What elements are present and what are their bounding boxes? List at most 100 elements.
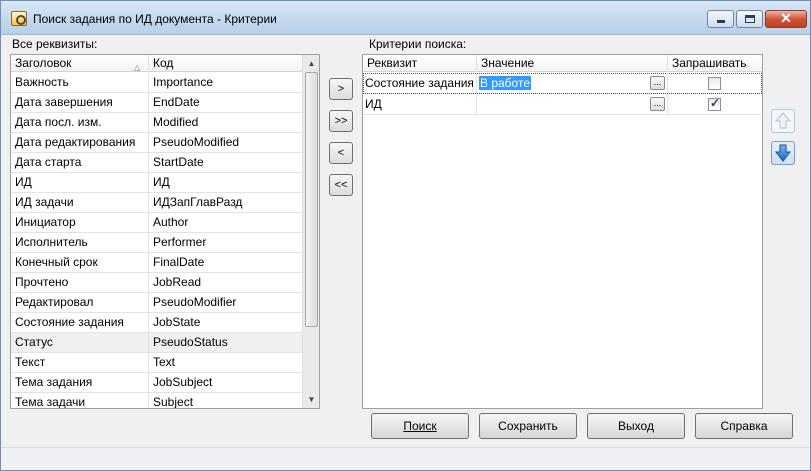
field-code-cell: PseudoModified bbox=[153, 135, 240, 149]
table-row[interactable]: Текст Text bbox=[11, 353, 302, 373]
close-icon: ✕ bbox=[780, 10, 792, 26]
field-title-cell: Редактировал bbox=[11, 293, 149, 312]
table-row[interactable]: ИД ИД bbox=[11, 173, 302, 193]
scroll-up-icon[interactable]: ▲ bbox=[303, 55, 319, 72]
table-row[interactable]: Тема задания JobSubject bbox=[11, 373, 302, 393]
criteria-table[interactable]: Реквизит Значение Запрашивать Состояние … bbox=[362, 54, 763, 409]
field-code-cell: ИДЗапГлавРазд bbox=[153, 195, 243, 209]
add-button[interactable]: > bbox=[329, 78, 353, 100]
all-fields-label: Все реквизиты: bbox=[12, 37, 98, 51]
field-code-cell: FinalDate bbox=[153, 255, 205, 269]
ask-checkbox[interactable] bbox=[708, 77, 721, 90]
table-row[interactable]: Состояние задания JobState bbox=[11, 313, 302, 333]
move-down-button[interactable] bbox=[771, 141, 795, 165]
app-icon bbox=[11, 11, 27, 26]
field-title-cell: Статус bbox=[11, 333, 149, 352]
dialog-window: Поиск задания по ИД документа - Критерии… bbox=[0, 0, 811, 471]
criteria-field-cell: ИД bbox=[363, 94, 477, 114]
remove-button[interactable]: < bbox=[329, 142, 353, 164]
criteria-field-cell: Состояние задания bbox=[363, 73, 477, 93]
table-row[interactable]: ИД задачи ИДЗапГлавРазд bbox=[11, 193, 302, 213]
table-row[interactable]: Инициатор Author bbox=[11, 213, 302, 233]
all-fields-table[interactable]: Заголовок △ Код Важность Importance Дата з… bbox=[10, 54, 320, 409]
table-header: Заголовок △ Код bbox=[11, 55, 302, 72]
arrow-down-icon bbox=[774, 144, 792, 162]
add-all-button[interactable]: >> bbox=[329, 110, 353, 132]
field-title-cell: Дата старта bbox=[11, 153, 149, 172]
window-title: Поиск задания по ИД документа - Критерии bbox=[33, 12, 277, 26]
field-code-cell: JobRead bbox=[153, 275, 202, 289]
field-code-cell: Importance bbox=[153, 75, 214, 89]
column-header-ask[interactable]: Запрашивать bbox=[668, 55, 762, 72]
column-header-code[interactable]: Код bbox=[149, 55, 302, 72]
criteria-value-cell[interactable]: В работе bbox=[477, 73, 668, 93]
table-row[interactable]: Важность Importance bbox=[11, 73, 302, 93]
title-bar: Поиск задания по ИД документа - Критерии… bbox=[1, 1, 810, 35]
field-code-cell: EndDate bbox=[153, 95, 200, 109]
table-row[interactable]: Дата редактирования PseudoModified bbox=[11, 133, 302, 153]
table-row[interactable]: Дата старта StartDate bbox=[11, 153, 302, 173]
field-code-cell: Subject bbox=[153, 395, 194, 409]
table-header: Реквизит Значение Запрашивать bbox=[363, 55, 762, 72]
table-row[interactable]: Статус PseudoStatus bbox=[11, 333, 302, 353]
column-header-title[interactable]: Заголовок △ bbox=[11, 55, 149, 72]
status-bar bbox=[1, 447, 810, 470]
ask-checkbox-checked[interactable] bbox=[708, 96, 721, 111]
field-code-cell: PseudoStatus bbox=[153, 335, 228, 349]
field-code-cell: Text bbox=[153, 355, 176, 369]
scroll-thumb[interactable] bbox=[305, 72, 318, 327]
criteria-value-text[interactable]: В работе bbox=[479, 76, 532, 90]
field-code-cell: StartDate bbox=[153, 155, 204, 169]
close-button[interactable]: ✕ bbox=[765, 10, 807, 28]
exit-button[interactable]: Выход bbox=[587, 413, 685, 439]
field-title-cell: ИД bbox=[11, 173, 149, 192]
field-title-cell: Текст bbox=[11, 353, 149, 372]
field-code-cell: ИД bbox=[153, 175, 170, 189]
save-button[interactable]: Сохранить bbox=[479, 413, 577, 439]
maximize-button[interactable] bbox=[736, 10, 763, 28]
criteria-value-cell[interactable] bbox=[477, 94, 668, 114]
field-title-cell: Исполнитель bbox=[11, 233, 149, 252]
maximize-icon bbox=[745, 15, 755, 23]
field-title-cell: Важность bbox=[11, 73, 149, 92]
table-row[interactable]: Прочтено JobRead bbox=[11, 273, 302, 293]
minimize-button[interactable] bbox=[707, 10, 734, 28]
table-row[interactable]: Исполнитель Performer bbox=[11, 233, 302, 253]
table-row[interactable]: Дата завершения EndDate bbox=[11, 93, 302, 113]
vertical-scrollbar[interactable]: ▲ ▼ bbox=[302, 55, 319, 408]
field-title-cell: ИД задачи bbox=[11, 193, 149, 212]
field-title-cell: Состояние задания bbox=[11, 313, 149, 332]
help-button[interactable]: Справка bbox=[695, 413, 793, 439]
remove-all-button[interactable]: << bbox=[329, 174, 353, 196]
field-title-cell: Дата редактирования bbox=[11, 133, 149, 152]
field-title-cell: Инициатор bbox=[11, 213, 149, 232]
criteria-row[interactable]: Состояние задания В работе ... bbox=[363, 73, 762, 94]
arrow-up-icon bbox=[774, 112, 792, 129]
table-row[interactable]: Конечный срок FinalDate bbox=[11, 253, 302, 273]
scroll-down-icon[interactable]: ▼ bbox=[303, 391, 319, 408]
column-header-field[interactable]: Реквизит bbox=[363, 55, 477, 72]
ellipsis-button[interactable]: ... bbox=[650, 97, 665, 111]
field-code-cell: JobSubject bbox=[153, 375, 213, 389]
field-title-cell: Конечный срок bbox=[11, 253, 149, 272]
field-title-cell: Дата завершения bbox=[11, 93, 149, 112]
table-row[interactable]: Дата посл. изм. Modified bbox=[11, 113, 302, 133]
field-code-cell: JobState bbox=[153, 315, 201, 329]
field-title-cell: Тема задания bbox=[11, 373, 149, 392]
table-row[interactable]: Редактировал PseudoModifier bbox=[11, 293, 302, 313]
column-header-value[interactable]: Значение bbox=[477, 55, 668, 72]
ellipsis-button[interactable]: ... bbox=[650, 76, 665, 90]
field-title-cell: Прочтено bbox=[11, 273, 149, 292]
minimize-icon bbox=[717, 20, 725, 23]
field-title-cell: Дата посл. изм. bbox=[11, 113, 149, 132]
table-row[interactable]: Тема задачи Subject bbox=[11, 393, 302, 409]
criteria-row[interactable]: ИД ... bbox=[363, 94, 762, 115]
field-code-cell: Author bbox=[153, 215, 189, 229]
field-title-cell: Тема задачи bbox=[11, 393, 149, 408]
move-up-button[interactable] bbox=[771, 109, 795, 133]
field-code-cell: PseudoModifier bbox=[153, 295, 237, 309]
search-button[interactable]: Поиск bbox=[371, 413, 469, 439]
field-code-cell: Performer bbox=[153, 235, 207, 249]
field-code-cell: Modified bbox=[153, 115, 199, 129]
criteria-label: Критерии поиска: bbox=[369, 37, 467, 51]
